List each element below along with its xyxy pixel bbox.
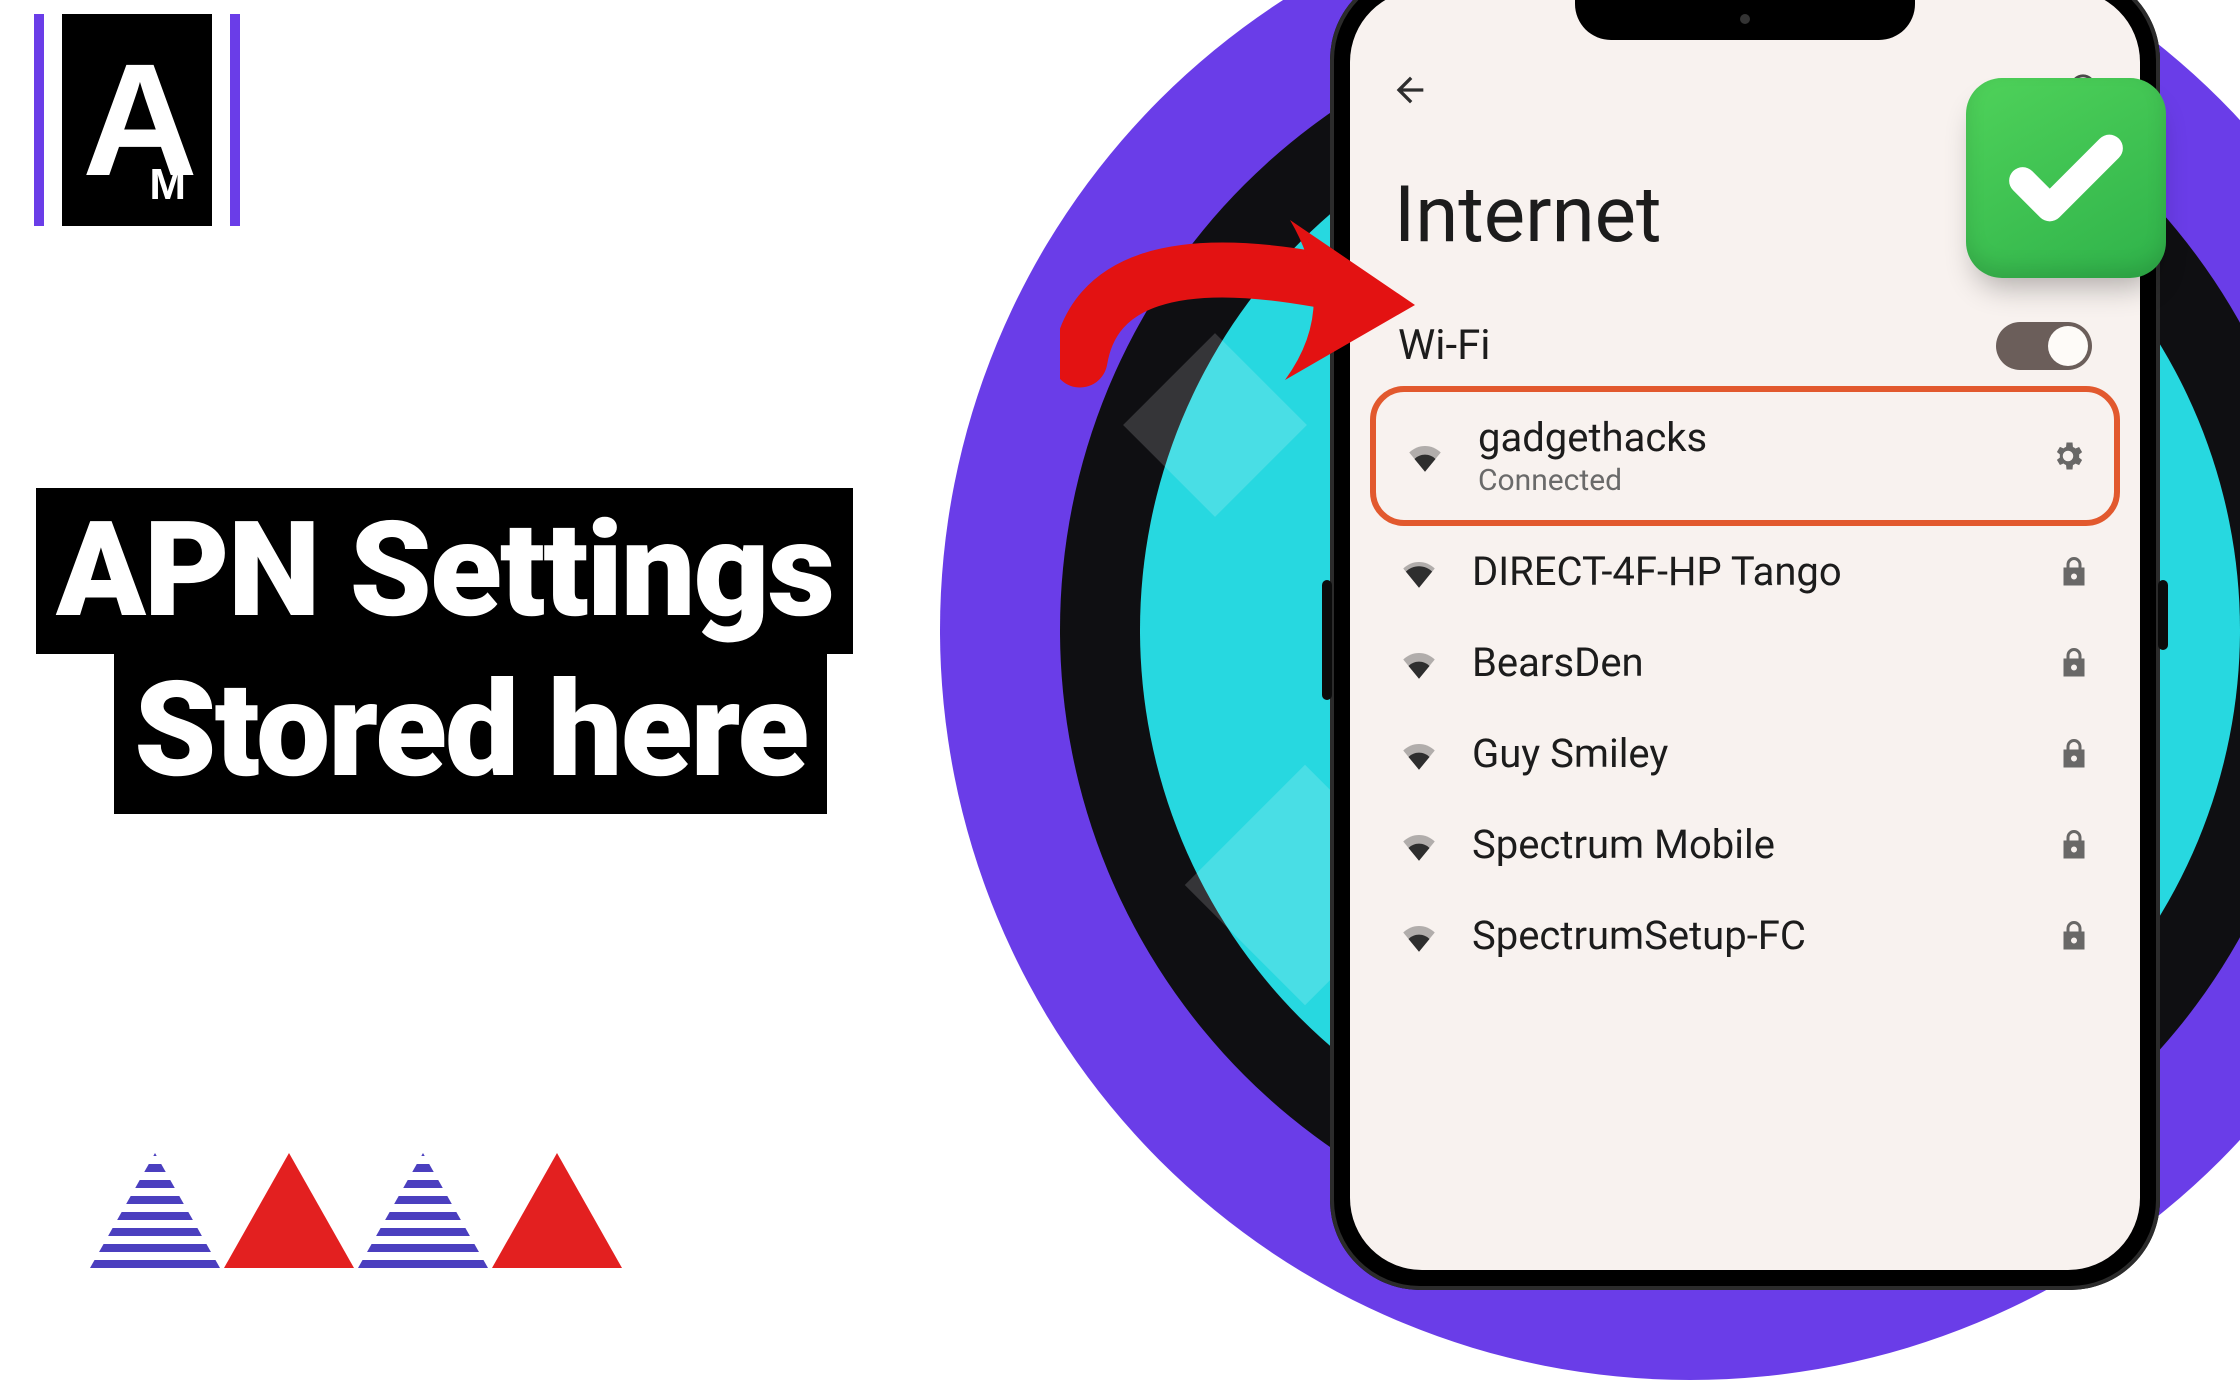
decor-triangles	[90, 1153, 622, 1268]
back-button[interactable]	[1390, 70, 1430, 110]
network-name: DIRECT-4F-HP Tango	[1472, 548, 2024, 595]
wifi-icon	[1398, 642, 1440, 684]
wifi-icon	[1398, 824, 1440, 866]
wifi-toggle[interactable]	[1996, 322, 2092, 370]
lock-icon	[2056, 918, 2092, 954]
lock-icon	[2056, 554, 2092, 590]
network-item[interactable]: Guy Smiley	[1370, 708, 2120, 799]
network-name: SpectrumSetup-FC	[1472, 912, 2024, 959]
network-item[interactable]: gadgethacks Connected	[1370, 386, 2120, 526]
wifi-icon	[1398, 915, 1440, 957]
network-item[interactable]: DIRECT-4F-HP Tango	[1370, 526, 2120, 617]
network-list: gadgethacks Connected DIRECT-4F-HP Tango	[1350, 384, 2140, 981]
headline: APN Settings Stored here	[36, 488, 853, 814]
wifi-master-row[interactable]: Wi-Fi	[1350, 301, 2140, 384]
attention-arrow-icon	[1060, 210, 1430, 414]
network-item[interactable]: Spectrum Mobile	[1370, 799, 2120, 890]
network-name: BearsDen	[1472, 639, 2024, 686]
brand-logo: AM	[34, 14, 240, 226]
gear-icon[interactable]	[2050, 438, 2086, 474]
lock-icon	[2056, 736, 2092, 772]
headline-line1: APN Settings	[36, 488, 853, 654]
wifi-icon	[1398, 733, 1440, 775]
success-check-icon	[1966, 78, 2166, 278]
wifi-icon	[1398, 551, 1440, 593]
lock-icon	[2056, 827, 2092, 863]
network-item[interactable]: SpectrumSetup-FC	[1370, 890, 2120, 981]
wifi-icon	[1404, 435, 1446, 477]
network-status: Connected	[1478, 463, 2018, 498]
network-item[interactable]: BearsDen	[1370, 617, 2120, 708]
network-name: gadgethacks	[1478, 414, 2018, 461]
headline-line2: Stored here	[114, 648, 827, 814]
network-name: Spectrum Mobile	[1472, 821, 2024, 868]
lock-icon	[2056, 645, 2092, 681]
network-name: Guy Smiley	[1472, 730, 2024, 777]
